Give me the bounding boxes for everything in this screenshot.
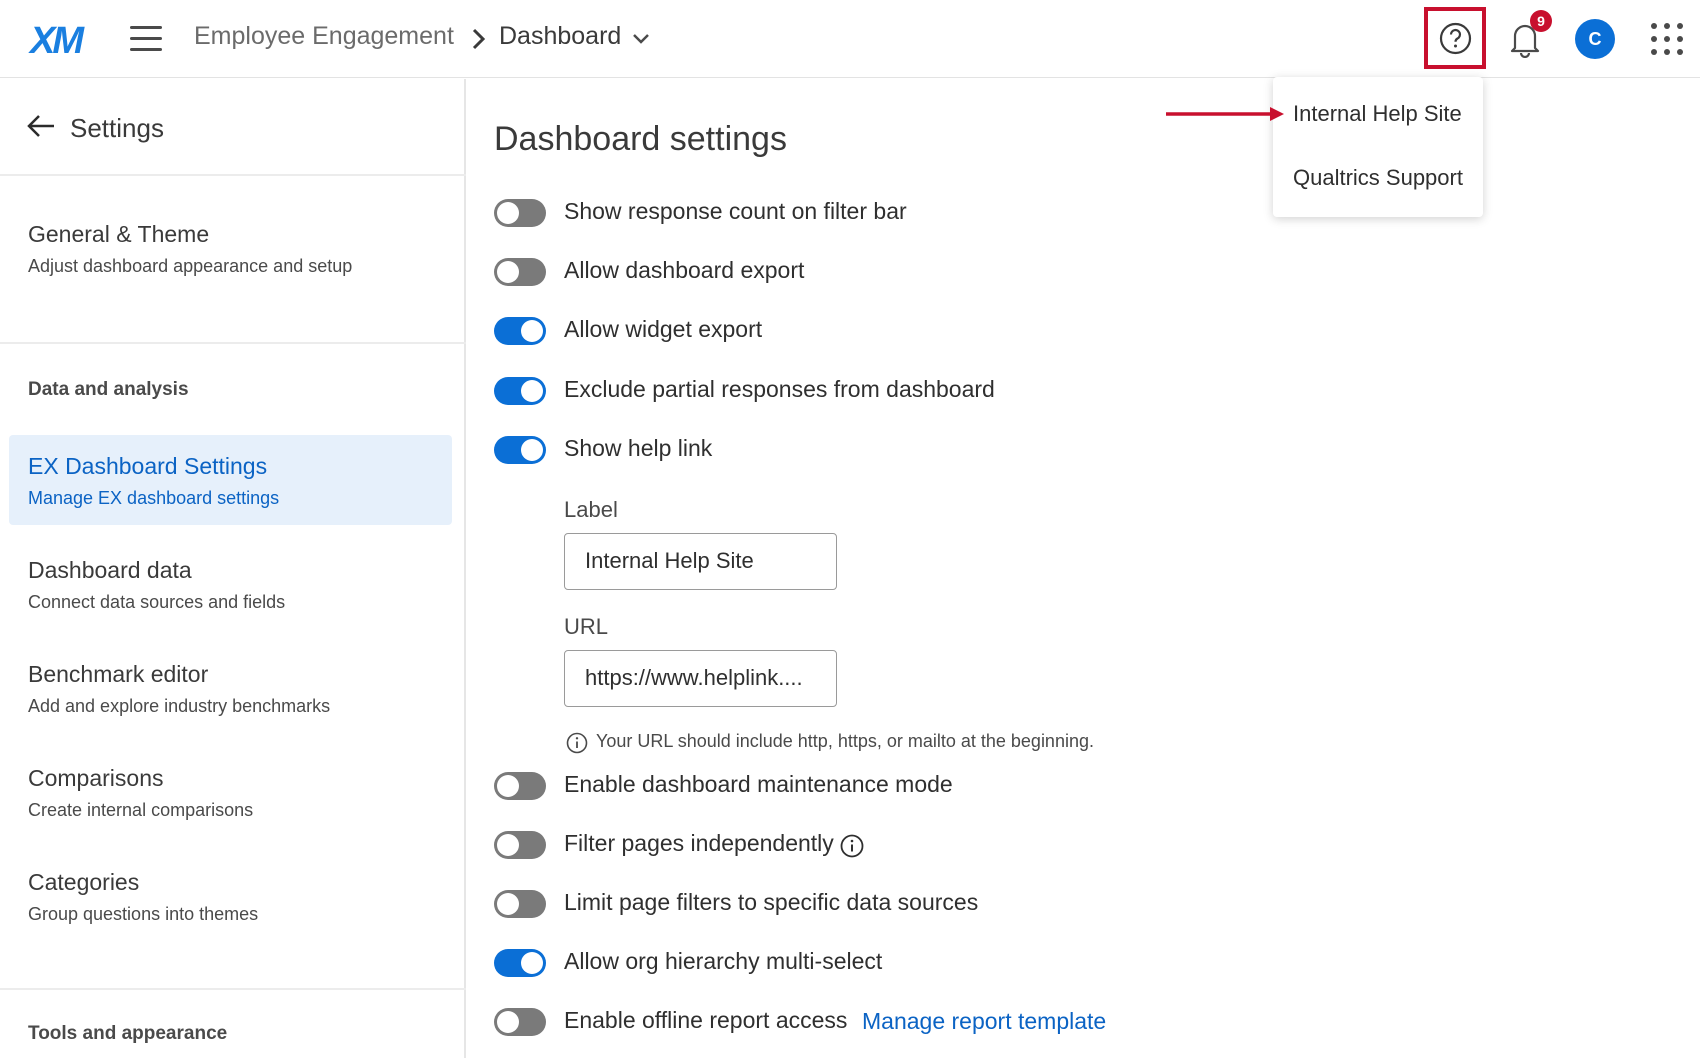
sidebar-title: Settings bbox=[70, 113, 164, 143]
setting-label: Enable offline report access bbox=[564, 1007, 848, 1033]
help-menu: Internal Help Site Qualtrics Support bbox=[1273, 77, 1483, 217]
setting-label: Show help link bbox=[564, 435, 713, 461]
setting-label: Exclude partial responses from dashboard bbox=[564, 376, 995, 402]
sidebar-item-title: Comparisons bbox=[28, 765, 164, 791]
menu-icon[interactable] bbox=[130, 26, 162, 52]
divider bbox=[0, 988, 466, 990]
page-title: Dashboard settings bbox=[494, 120, 787, 158]
divider bbox=[0, 342, 466, 344]
sidebar-item-subtitle: Group questions into themes bbox=[28, 904, 259, 924]
setting-label: Allow widget export bbox=[564, 316, 763, 342]
sidebar-item-ex-dashboard-settings[interactable]: EX Dashboard Settings Manage EX dashboar… bbox=[9, 435, 452, 525]
url-hint-text: Your URL should include http, https, or … bbox=[596, 731, 1094, 751]
setting-toggle[interactable] bbox=[494, 890, 546, 918]
settings-sidebar: Settings General & Theme Adjust dashboar… bbox=[0, 79, 466, 1058]
info-icon[interactable] bbox=[840, 834, 864, 858]
sidebar-item-title: General & Theme bbox=[28, 221, 210, 247]
help-link-label-caption: Label bbox=[564, 497, 618, 522]
setting-label: Filter pages independently bbox=[564, 830, 834, 856]
sidebar-item-title: Benchmark editor bbox=[28, 661, 209, 687]
setting-toggle[interactable] bbox=[494, 772, 546, 800]
info-icon bbox=[566, 732, 588, 754]
section-heading: Tools and appearance bbox=[28, 1023, 228, 1044]
sidebar-item-title: Categories bbox=[28, 869, 140, 895]
avatar[interactable]: C bbox=[1575, 19, 1615, 59]
help-menu-item-internal[interactable]: Internal Help Site bbox=[1293, 101, 1462, 127]
setting-toggle[interactable] bbox=[494, 436, 546, 464]
sidebar-item-subtitle: Create internal comparisons bbox=[28, 800, 254, 820]
setting-toggle[interactable] bbox=[494, 317, 546, 345]
breadcrumb-parent[interactable]: Employee Engagement bbox=[194, 22, 454, 51]
sidebar-item-benchmark-editor[interactable]: Benchmark editor Add and explore industr… bbox=[9, 643, 452, 733]
setting-label: Enable dashboard maintenance mode bbox=[564, 771, 953, 797]
sidebar-item-subtitle: Manage EX dashboard settings bbox=[28, 488, 280, 508]
sidebar-item-title: Dashboard data bbox=[28, 557, 192, 583]
sidebar-item-general-theme[interactable]: General & Theme Adjust dashboard appeara… bbox=[9, 203, 452, 293]
setting-label: Show response count on filter bar bbox=[564, 198, 907, 224]
chevron-down-icon[interactable] bbox=[631, 29, 651, 49]
help-link-url-caption: URL bbox=[564, 614, 609, 639]
top-bar: XM Employee Engagement Dashboard 9 C bbox=[0, 0, 1700, 78]
annotation-arrow-icon bbox=[1166, 107, 1284, 121]
help-link-label-input[interactable]: Internal Help Site bbox=[564, 533, 837, 590]
apps-grid-icon[interactable] bbox=[1651, 23, 1683, 55]
chevron-right-icon bbox=[472, 28, 486, 50]
breadcrumb-current[interactable]: Dashboard bbox=[499, 22, 621, 51]
setting-toggle[interactable] bbox=[494, 377, 546, 405]
help-menu-item-support[interactable]: Qualtrics Support bbox=[1293, 165, 1463, 191]
sidebar-item-subtitle: Connect data sources and fields bbox=[28, 592, 286, 612]
help-button[interactable] bbox=[1424, 7, 1486, 69]
help-icon bbox=[1439, 22, 1472, 55]
setting-toggle[interactable] bbox=[494, 199, 546, 227]
sidebar-item-categories[interactable]: Categories Group questions into themes bbox=[9, 851, 452, 941]
manage-report-template-link[interactable]: Manage report template bbox=[862, 1008, 1106, 1035]
setting-label: Allow dashboard export bbox=[564, 257, 805, 283]
sidebar-item-comparisons[interactable]: Comparisons Create internal comparisons bbox=[9, 747, 452, 837]
divider bbox=[0, 174, 466, 176]
setting-toggle[interactable] bbox=[494, 1008, 546, 1036]
back-arrow-icon[interactable] bbox=[26, 113, 56, 139]
setting-toggle[interactable] bbox=[494, 831, 546, 859]
setting-label: Allow org hierarchy multi-select bbox=[564, 948, 883, 974]
sidebar-item-subtitle: Adjust dashboard appearance and setup bbox=[28, 256, 353, 276]
setting-toggle[interactable] bbox=[494, 258, 546, 286]
notification-badge: 9 bbox=[1530, 10, 1552, 32]
help-link-url-input[interactable]: https://www.helplink.... bbox=[564, 650, 837, 707]
xm-logo[interactable]: XM bbox=[30, 20, 84, 63]
setting-toggle[interactable] bbox=[494, 949, 546, 977]
sidebar-item-dashboard-data[interactable]: Dashboard data Connect data sources and … bbox=[9, 539, 452, 629]
sidebar-item-subtitle: Add and explore industry benchmarks bbox=[28, 696, 331, 716]
setting-label: Limit page filters to specific data sour… bbox=[564, 889, 979, 915]
section-heading: Data and analysis bbox=[28, 379, 189, 400]
sidebar-item-title: EX Dashboard Settings bbox=[28, 453, 268, 479]
